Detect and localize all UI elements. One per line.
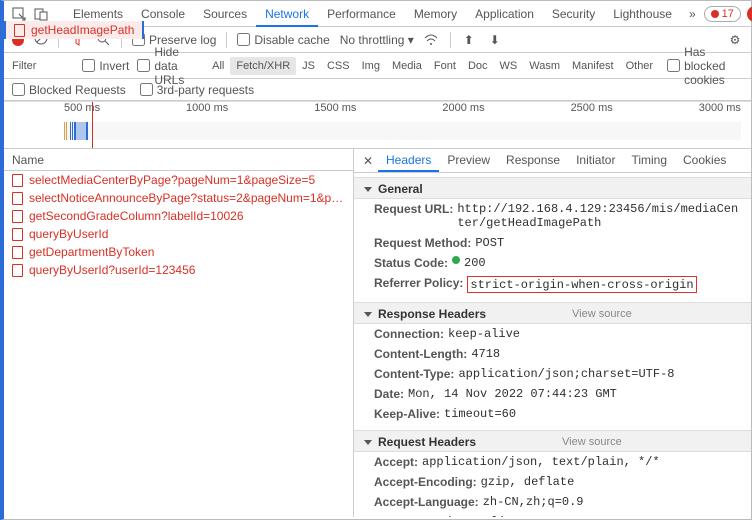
file-icon xyxy=(12,174,23,187)
detail-tab-timing[interactable]: Timing xyxy=(623,149,675,172)
detail-tab-cookies[interactable]: Cookies xyxy=(675,149,734,172)
devtools-tab-network[interactable]: Network xyxy=(256,2,318,27)
throttling-select[interactable]: No throttling ▾ xyxy=(340,33,414,47)
header-row: Accept: application/json, text/plain, */… xyxy=(354,452,751,472)
filter-type-img[interactable]: Img xyxy=(356,57,386,75)
view-source-link[interactable]: View source xyxy=(572,308,632,320)
request-row[interactable]: selectMediaCenterByPage?pageNum=1&pageSi… xyxy=(4,171,353,189)
filter-type-doc[interactable]: Doc xyxy=(462,57,494,75)
devtools-tab-security[interactable]: Security xyxy=(543,2,604,27)
header-row: Connection: keep-alive xyxy=(354,512,751,517)
detail-tab-headers[interactable]: Headers xyxy=(378,149,439,172)
filter-type-css[interactable]: CSS xyxy=(321,57,356,75)
filter-type-ws[interactable]: WS xyxy=(494,57,524,75)
request-row[interactable]: getSecondGradeColumn?labelId=10026 xyxy=(4,207,353,225)
upload-icon[interactable]: ⬆ xyxy=(461,32,477,48)
header-row: Connection: keep-alive xyxy=(354,324,751,344)
header-row: Request URL: http://192.168.4.129:23456/… xyxy=(354,199,751,233)
request-row[interactable]: queryByUserId?userId=123456 xyxy=(4,261,353,279)
download-icon[interactable]: ⬇ xyxy=(487,32,503,48)
file-icon xyxy=(12,264,23,277)
error-count-badge[interactable]: 17 xyxy=(704,6,741,22)
header-row: Content-Length: 4718 xyxy=(354,344,751,364)
file-icon xyxy=(12,228,23,241)
filter-type-media[interactable]: Media xyxy=(386,57,428,75)
detail-tab-preview[interactable]: Preview xyxy=(439,149,498,172)
header-row: Request Method: POST xyxy=(354,233,751,253)
name-column-header[interactable]: Name xyxy=(4,149,353,171)
timeline[interactable]: 500 ms1000 ms1500 ms2000 ms2500 ms3000 m… xyxy=(4,101,751,149)
header-row: Accept-Encoding: gzip, deflate xyxy=(354,472,751,492)
more-tabs-icon[interactable]: » xyxy=(689,6,696,22)
chevron-down-icon xyxy=(364,187,372,192)
devtools-tab-application[interactable]: Application xyxy=(466,2,543,27)
devtools-tab-memory[interactable]: Memory xyxy=(405,2,466,27)
section-header[interactable]: General xyxy=(354,177,751,199)
section-header[interactable]: Response HeadersView source xyxy=(354,302,751,324)
filter-type-js[interactable]: JS xyxy=(296,57,321,75)
request-row[interactable]: getDepartmentByToken xyxy=(4,243,353,261)
wifi-icon[interactable] xyxy=(424,32,440,48)
issue-count-badge[interactable]: ◪ 7 xyxy=(747,6,752,22)
highlighted-value: strict-origin-when-cross-origin xyxy=(467,276,696,293)
header-row: Keep-Alive: timeout=60 xyxy=(354,404,751,424)
chevron-down-icon xyxy=(364,312,372,317)
devtools-tab-lighthouse[interactable]: Lighthouse xyxy=(604,2,681,27)
view-source-link[interactable]: View source xyxy=(562,436,622,448)
file-icon xyxy=(12,246,23,259)
devtools-tab-performance[interactable]: Performance xyxy=(318,2,405,27)
status-dot-icon xyxy=(452,256,460,264)
filter-type-fetchxhr[interactable]: Fetch/XHR xyxy=(230,57,296,75)
request-row[interactable]: selectNoticeAnnounceByPage?status=2&page… xyxy=(4,189,353,207)
invert-checkbox[interactable]: Invert xyxy=(82,59,129,73)
detail-tab-response[interactable]: Response xyxy=(498,149,568,172)
section-header[interactable]: Request HeadersView source xyxy=(354,430,751,452)
header-row: Content-Type: application/json;charset=U… xyxy=(354,364,751,384)
filter-type-all[interactable]: All xyxy=(206,57,230,75)
disable-cache-checkbox[interactable]: Disable cache xyxy=(237,33,329,47)
blocked-cookies-checkbox[interactable]: Has blocked cookies xyxy=(667,45,743,87)
filter-type-font[interactable]: Font xyxy=(428,57,462,75)
chevron-down-icon xyxy=(364,440,372,445)
close-details-icon[interactable]: ✕ xyxy=(360,154,376,168)
third-party-checkbox[interactable]: 3rd-party requests xyxy=(140,83,254,97)
filter-type-manifest[interactable]: Manifest xyxy=(566,57,620,75)
inspect-icon[interactable] xyxy=(12,6,26,22)
devtools-tab-sources[interactable]: Sources xyxy=(194,2,256,27)
filter-input[interactable]: Filter xyxy=(12,60,36,72)
filter-type-other[interactable]: Other xyxy=(620,57,660,75)
file-icon xyxy=(12,210,23,223)
filter-type-wasm[interactable]: Wasm xyxy=(523,57,566,75)
blocked-requests-checkbox[interactable]: Blocked Requests xyxy=(12,83,126,97)
request-row[interactable]: queryByUserId xyxy=(4,225,353,243)
header-row: Referrer Policy: strict-origin-when-cros… xyxy=(354,273,751,296)
detail-tab-initiator[interactable]: Initiator xyxy=(568,149,623,172)
file-icon xyxy=(12,192,23,205)
header-row: Status Code: 200 xyxy=(354,253,751,273)
header-row: Accept-Language: zh-CN,zh;q=0.9 xyxy=(354,492,751,512)
hide-data-urls-checkbox[interactable]: Hide data URLs xyxy=(137,45,198,87)
device-icon[interactable] xyxy=(34,6,48,22)
header-row: Date: Mon, 14 Nov 2022 07:44:23 GMT xyxy=(354,384,751,404)
